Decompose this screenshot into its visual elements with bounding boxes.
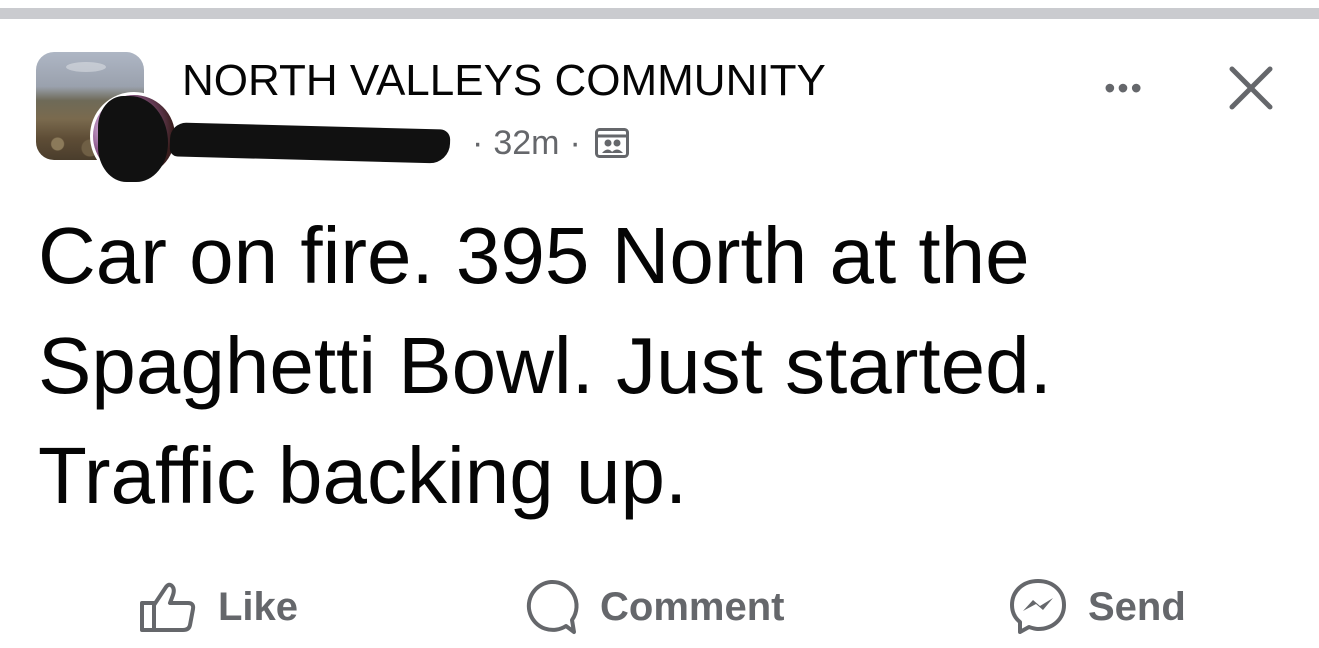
close-icon[interactable] bbox=[1226, 63, 1276, 113]
group-members-icon bbox=[594, 128, 629, 158]
top-divider bbox=[0, 8, 1319, 19]
group-name-link[interactable]: NORTH VALLEYS COMMUNITY bbox=[182, 59, 826, 103]
more-options-icon[interactable]: ••• bbox=[1094, 70, 1154, 106]
meta-separator: · bbox=[472, 123, 484, 162]
thumbs-up-icon bbox=[140, 582, 196, 632]
send-button[interactable]: Send bbox=[1008, 567, 1186, 647]
comment-label: Comment bbox=[600, 584, 785, 629]
post-actions-bar: Like Comment Send bbox=[0, 567, 1319, 647]
messenger-icon bbox=[1010, 579, 1066, 634]
like-label: Like bbox=[218, 584, 299, 629]
post-timestamp[interactable]: 32m bbox=[493, 124, 559, 163]
post-avatar-group[interactable] bbox=[36, 52, 178, 182]
meta-separator: · bbox=[569, 123, 581, 162]
like-button[interactable]: Like bbox=[138, 567, 298, 647]
avatar-cloud bbox=[66, 62, 106, 72]
post-body-text: Car on fire. 395 North at the Spaghetti … bbox=[38, 211, 1052, 520]
feed-post: NORTH VALLEYS COMMUNITY · 32m · ••• Car … bbox=[0, 19, 1319, 648]
post-meta: · 32m · bbox=[169, 122, 629, 164]
redacted-author-name[interactable] bbox=[169, 122, 451, 164]
send-label: Send bbox=[1088, 584, 1186, 629]
comment-button[interactable]: Comment bbox=[522, 567, 784, 647]
comment-bubble-icon bbox=[526, 579, 579, 634]
